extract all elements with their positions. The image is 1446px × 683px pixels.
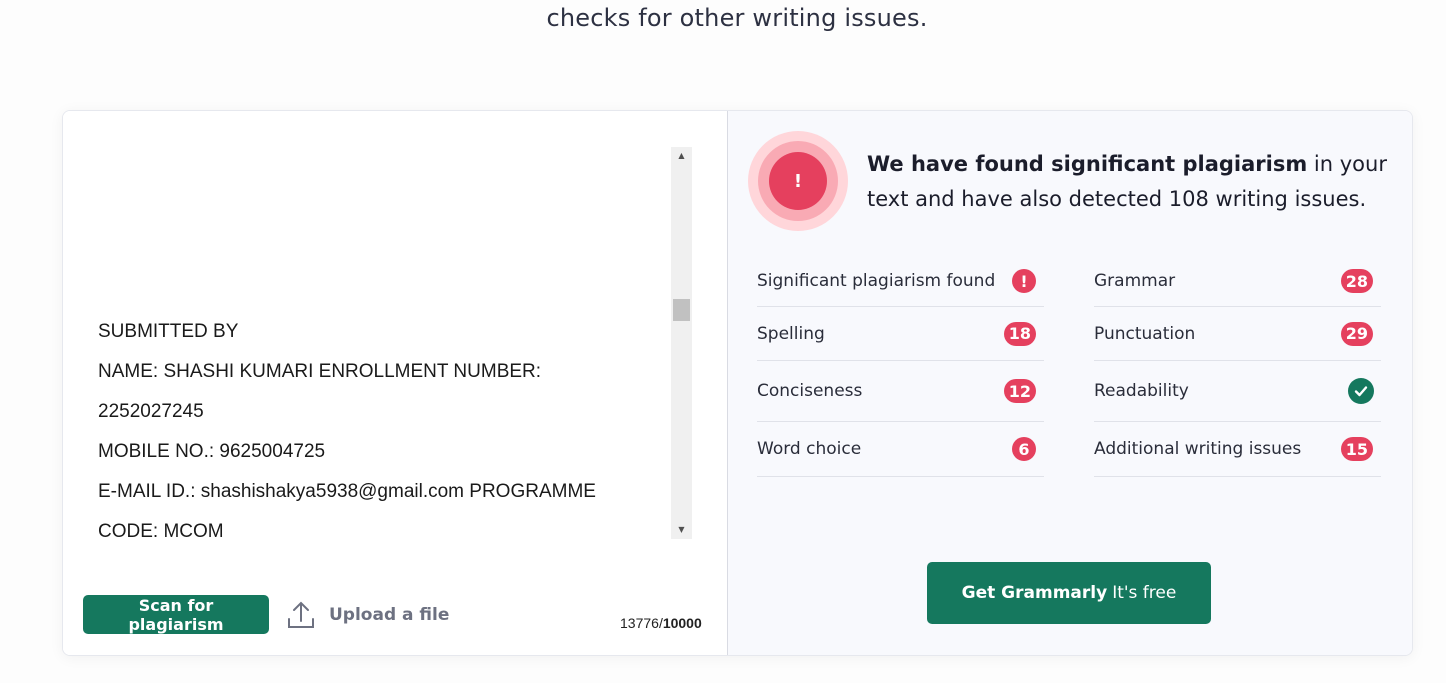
document-line: E-MAIL ID.: shashishakya5938@gmail.com P… xyxy=(98,481,596,502)
issue-count-badge: 6 xyxy=(1012,437,1036,461)
issue-label: Significant plagiarism found xyxy=(757,271,996,291)
character-count: 13776 xyxy=(620,615,659,631)
plagiarism-alert-icon: ! xyxy=(748,131,848,231)
issue-punctuation: Punctuation 29 xyxy=(1094,307,1381,361)
document-line: MOBILE NO.: 9625004725 xyxy=(98,441,326,462)
results-headline: We have found significant plagiarism in … xyxy=(867,147,1387,217)
upload-file-button[interactable]: Upload a file xyxy=(287,599,449,631)
plagiarism-checker-card: SUBMITTED BY NAME: SHASHI KUMARI ENROLLM… xyxy=(62,110,1413,656)
issue-additional-writing: Additional writing issues 15 xyxy=(1094,422,1381,477)
issue-count-badge: 15 xyxy=(1340,437,1373,461)
editor-scrollbar[interactable]: ▲ ▼ xyxy=(671,147,692,539)
document-line: 2252027245 xyxy=(98,401,204,422)
upload-icon xyxy=(288,601,314,628)
document-line: CODE: MCOM xyxy=(98,521,224,539)
issue-readability: Readability xyxy=(1094,361,1381,422)
cta-bold-label: Get Grammarly xyxy=(961,583,1108,603)
issue-significant-plagiarism: Significant plagiarism found ! xyxy=(757,256,1044,307)
get-grammarly-button[interactable]: Get Grammarly It's free xyxy=(927,562,1211,624)
issue-label: Spelling xyxy=(757,323,825,344)
cta-rest-label: It's free xyxy=(1112,583,1177,603)
document-textarea[interactable]: SUBMITTED BY NAME: SHASHI KUMARI ENROLLM… xyxy=(83,147,693,539)
issue-count-badge: 18 xyxy=(1003,321,1036,346)
issue-spelling: Spelling 18 xyxy=(757,307,1044,361)
issue-label: Conciseness xyxy=(757,381,863,401)
issue-label: Punctuation xyxy=(1094,323,1196,344)
editor-panel: SUBMITTED BY NAME: SHASHI KUMARI ENROLLM… xyxy=(63,111,728,655)
document-line: SUBMITTED BY xyxy=(98,321,239,342)
character-limit: 10000 xyxy=(662,615,702,631)
alert-icon: ! xyxy=(769,152,827,210)
issue-label: Grammar xyxy=(1094,271,1176,291)
scroll-up-icon[interactable]: ▲ xyxy=(671,147,692,165)
check-icon xyxy=(1348,378,1374,404)
issue-count-badge: 12 xyxy=(1003,379,1036,403)
issue-label: Word choice xyxy=(757,439,862,459)
issue-label: Readability xyxy=(1094,381,1189,401)
issue-count-badge: 28 xyxy=(1340,269,1373,293)
scan-for-plagiarism-button[interactable]: Scan for plagiarism xyxy=(83,595,269,634)
intro-subtitle: checks for other writing issues. xyxy=(546,4,928,32)
issue-label: Additional writing issues xyxy=(1094,439,1302,459)
issue-grammar: Grammar 28 xyxy=(1094,256,1381,307)
headline-bold: We have found significant plagiarism xyxy=(867,152,1308,176)
results-panel: ! We have found significant plagiarism i… xyxy=(728,111,1412,655)
issue-word-choice: Word choice 6 xyxy=(757,422,1044,477)
document-line: NAME: SHASHI KUMARI ENROLLMENT NUMBER: xyxy=(98,361,542,382)
alert-icon: ! xyxy=(1012,269,1036,293)
scroll-thumb[interactable] xyxy=(673,299,690,321)
scroll-down-icon[interactable]: ▼ xyxy=(671,521,692,539)
upload-file-label: Upload a file xyxy=(329,605,450,625)
issue-conciseness: Conciseness 12 xyxy=(757,361,1044,422)
issue-count-badge: 29 xyxy=(1340,321,1373,346)
character-counter: 13776/10000 xyxy=(620,615,702,631)
